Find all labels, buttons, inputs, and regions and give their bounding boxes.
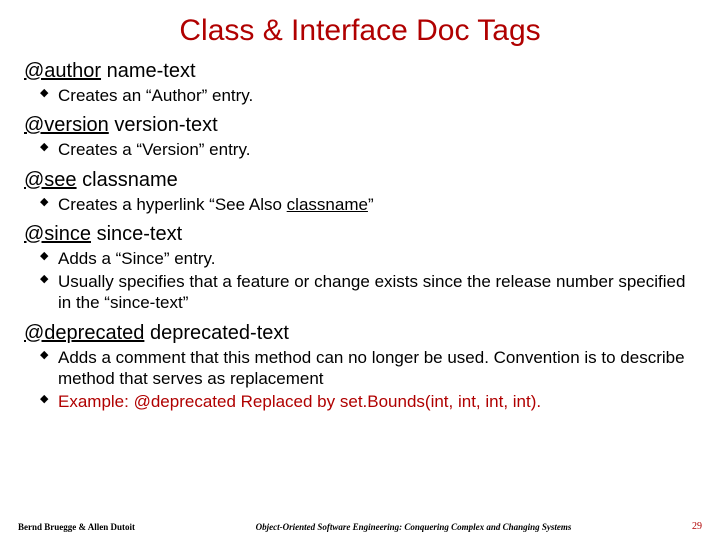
list-item: Usually specifies that a feature or chan… — [58, 271, 696, 316]
footer-title: Object-Oriented Software Engineering: Co… — [135, 522, 692, 532]
tag-see-name: @see — [24, 169, 77, 191]
tag-author-heading: @author name-text — [24, 60, 696, 83]
tag-see-bullets: Creates a hyperlink “See Also classname” — [24, 194, 696, 217]
tag-since-heading: @since since-text — [24, 223, 696, 246]
list-item: Adds a comment that this method can no l… — [58, 347, 696, 392]
tag-see-param: classname — [82, 169, 178, 191]
tag-since-name: @since — [24, 223, 91, 245]
tag-since-bullets: Adds a “Since” entry. Usually specifies … — [24, 248, 696, 316]
tag-see-heading: @see classname — [24, 169, 696, 192]
footer: Bernd Bruegge & Allen Dutoit Object-Orie… — [0, 521, 720, 532]
page-number: 29 — [692, 521, 702, 532]
list-item-example: Example: @deprecated Replaced by set.Bou… — [58, 391, 696, 414]
tag-version-bullets: Creates a “Version” entry. — [24, 139, 696, 162]
tag-version-param: version-text — [114, 114, 217, 136]
tag-author-name: @author — [24, 60, 101, 82]
see-suffix: ” — [368, 195, 374, 214]
tag-author-bullets: Creates an “Author” entry. — [24, 85, 696, 108]
tag-author-param: name-text — [107, 60, 196, 82]
list-item: Creates a “Version” entry. — [58, 139, 696, 162]
list-item: Creates a hyperlink “See Also classname” — [58, 194, 696, 217]
tag-since-param: since-text — [97, 223, 183, 245]
see-prefix: Creates a hyperlink “See Also — [58, 195, 287, 214]
tag-version-heading: @version version-text — [24, 114, 696, 137]
tag-deprecated-name: @deprecated — [24, 322, 144, 344]
list-item: Adds a “Since” entry. — [58, 248, 696, 271]
list-item: Creates an “Author” entry. — [58, 85, 696, 108]
tag-deprecated-heading: @deprecated deprecated-text — [24, 322, 696, 345]
tag-deprecated-param: deprecated-text — [150, 322, 289, 344]
tag-version-name: @version — [24, 114, 109, 136]
footer-author: Bernd Bruegge & Allen Dutoit — [18, 522, 135, 532]
slide-title: Class & Interface Doc Tags — [24, 14, 696, 48]
see-link: classname — [287, 195, 368, 214]
tag-deprecated-bullets: Adds a comment that this method can no l… — [24, 347, 696, 415]
slide: Class & Interface Doc Tags @author name-… — [0, 0, 720, 540]
